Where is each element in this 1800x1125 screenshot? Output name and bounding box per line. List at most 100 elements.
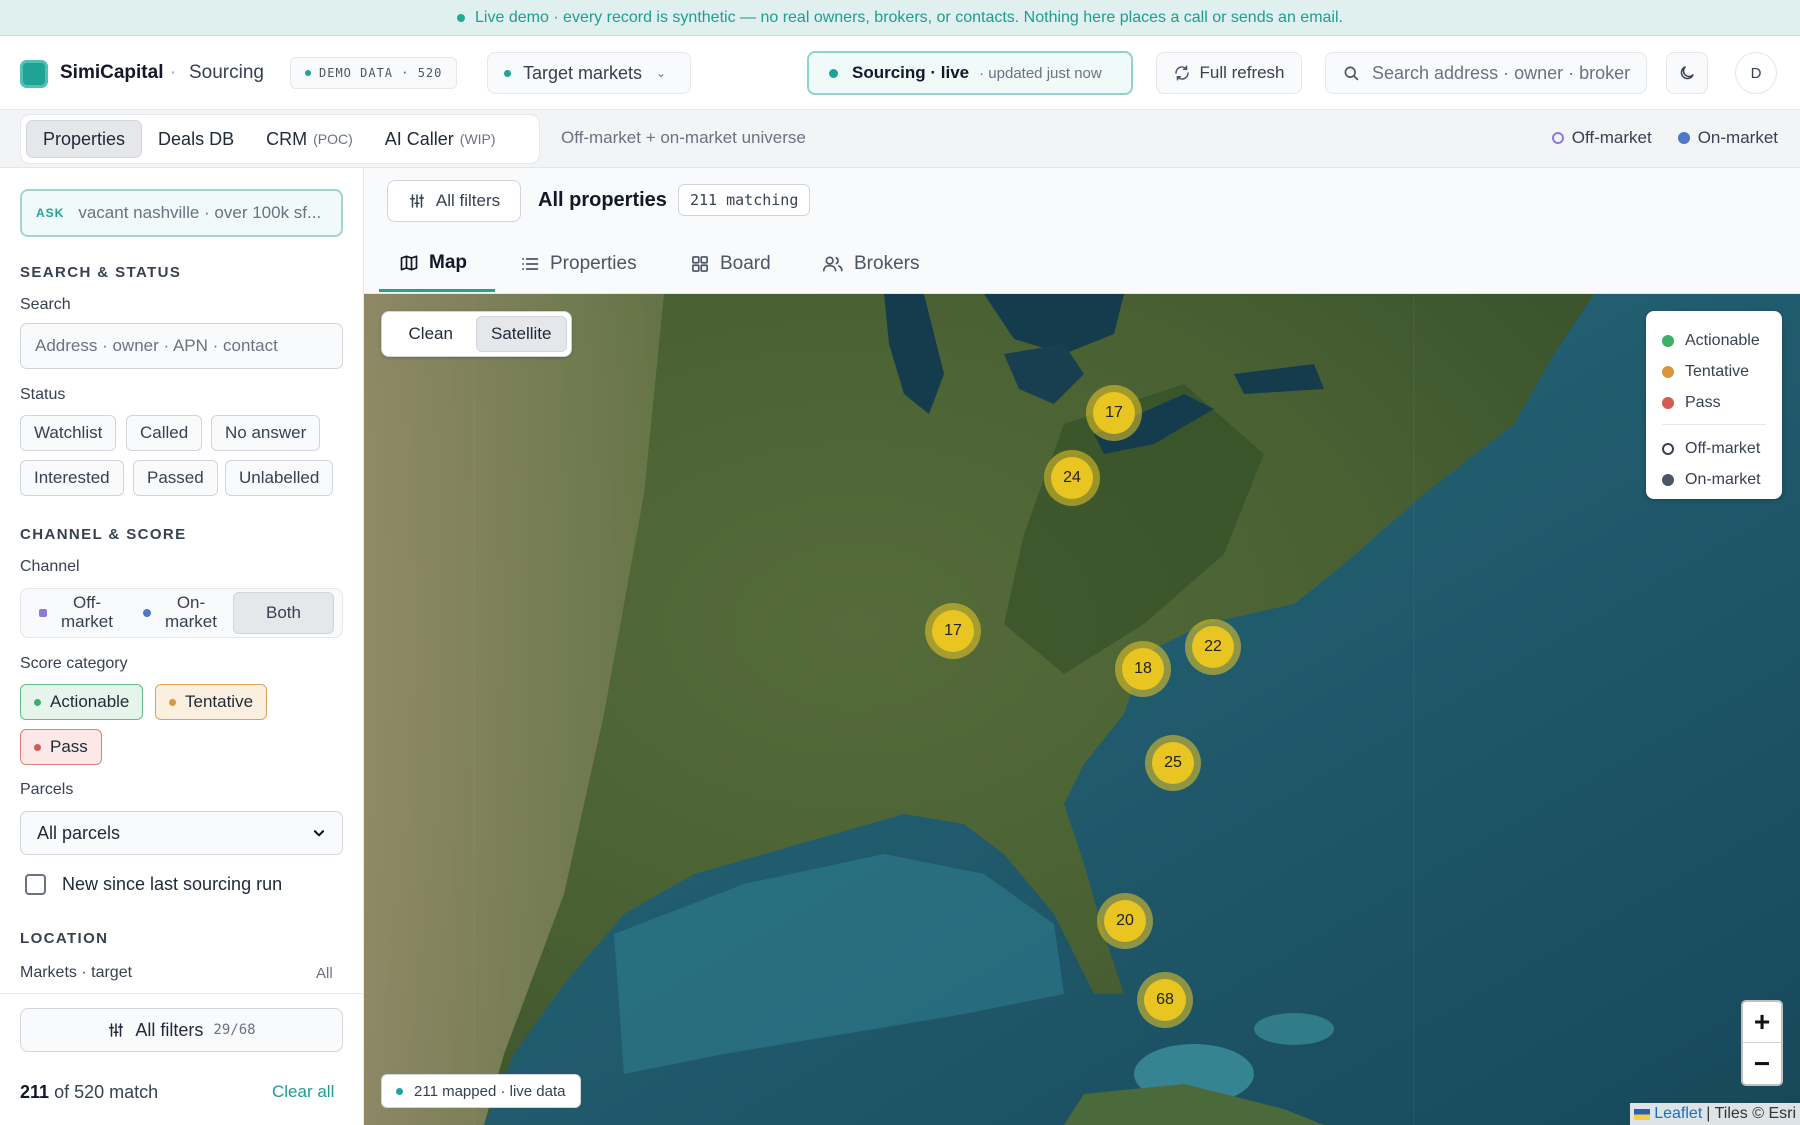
map-legend: Actionable Tentative Pass Off-market On-… xyxy=(1646,311,1782,499)
view-tab-label: Brokers xyxy=(854,253,920,274)
brand-separator: · xyxy=(170,62,177,83)
new-since-toggle[interactable]: New since last sourcing run xyxy=(25,874,282,895)
zoom-in-button[interactable]: + xyxy=(1743,1002,1781,1043)
view-tab-board[interactable]: Board xyxy=(690,236,771,292)
markets-target-label: Markets · target xyxy=(20,964,133,981)
status-called[interactable]: Called xyxy=(126,415,203,451)
cluster-count: 25 xyxy=(1152,742,1194,784)
refresh-icon xyxy=(1175,65,1190,81)
new-since-checkbox[interactable] xyxy=(25,874,46,895)
status-no-answer[interactable]: No answer xyxy=(211,415,321,451)
tab-crm[interactable]: CRM (POC) xyxy=(250,120,369,158)
section-channel-score: CHANNEL & SCORE xyxy=(20,526,187,543)
chevron-down-icon: ⌄ xyxy=(656,66,667,80)
all-filters-main-label: All filters xyxy=(435,191,501,210)
app-header: SimiCapital · Sourcing DEMO DATA · 520 T… xyxy=(0,36,1800,110)
status-interested[interactable]: Interested xyxy=(20,460,124,496)
full-refresh-button[interactable]: Full refresh xyxy=(1156,52,1302,94)
channel-both[interactable]: Both xyxy=(233,592,334,634)
map-cluster[interactable]: 68 xyxy=(1137,972,1193,1028)
tab-deals-db[interactable]: Deals DB xyxy=(142,120,250,158)
clear-all-link[interactable]: Clear all xyxy=(272,1082,334,1102)
legend-on-market: On-market xyxy=(1662,464,1782,495)
map-cluster[interactable]: 25 xyxy=(1145,735,1201,791)
view-tab-label: Board xyxy=(720,253,771,274)
leaflet-link[interactable]: Leaflet xyxy=(1654,1105,1702,1123)
global-search[interactable] xyxy=(1325,52,1647,94)
score-actionable[interactable]: Actionable xyxy=(20,684,144,720)
off-market-square-icon xyxy=(39,609,47,617)
target-markets-button[interactable]: Target markets ⌄ xyxy=(487,52,691,94)
ask-input[interactable]: ASK vacant nashville · over 100k sf... xyxy=(20,189,343,237)
score-pass[interactable]: Pass xyxy=(20,729,102,765)
mode-satellite[interactable]: Satellite xyxy=(475,316,567,352)
filter-sidebar: ASK vacant nashville · over 100k sf... S… xyxy=(0,168,364,1125)
map-icon xyxy=(400,255,418,270)
tab-properties[interactable]: Properties xyxy=(26,120,143,158)
markets-dot-icon xyxy=(504,69,511,77)
zoom-out-button[interactable]: − xyxy=(1743,1043,1781,1084)
live-dot-icon xyxy=(396,1087,403,1095)
score-option-label: Tentative xyxy=(185,692,254,711)
mode-clean[interactable]: Clean xyxy=(386,316,476,352)
map-view[interactable]: Clean Satellite 17 24 17 18 22 25 20 68 … xyxy=(364,294,1800,1125)
channel-on-market[interactable]: On-market xyxy=(129,592,233,634)
search-input[interactable] xyxy=(21,324,342,368)
channel-off-market[interactable]: Off-market xyxy=(25,592,129,634)
users-icon xyxy=(822,256,843,272)
live-dot-icon xyxy=(457,13,466,22)
map-cluster[interactable]: 17 xyxy=(1086,385,1142,441)
map-cluster[interactable]: 24 xyxy=(1044,450,1100,506)
cluster-count: 18 xyxy=(1122,648,1164,690)
section-search-status: SEARCH & STATUS xyxy=(20,264,182,281)
markets-target-value[interactable]: All xyxy=(316,965,333,982)
map-cluster[interactable]: 20 xyxy=(1097,893,1153,949)
moon-icon xyxy=(1680,66,1694,80)
tab-ai-caller[interactable]: AI Caller (WIP) xyxy=(369,120,512,158)
map-cluster[interactable]: 18 xyxy=(1115,641,1171,697)
section-tabs: Properties Deals DB CRM (POC) AI Caller (W… xyxy=(20,114,540,164)
legend-label: Off-market xyxy=(1685,439,1761,457)
legend-pass: Pass xyxy=(1662,387,1782,418)
page-title: All properties xyxy=(538,189,667,211)
theme-toggle-button[interactable] xyxy=(1666,52,1708,94)
section-location: LOCATION xyxy=(20,930,109,947)
view-tab-map[interactable]: Map xyxy=(379,236,495,292)
mapped-status: 211 mapped · live data xyxy=(381,1074,581,1108)
universe-description: Off-market + on-market universe xyxy=(561,128,806,147)
parcels-select[interactable]: All parcels xyxy=(20,811,343,855)
on-market-dot-icon xyxy=(143,609,151,617)
all-filters-main-button[interactable]: All filters xyxy=(387,180,521,222)
all-filters-label: All filters xyxy=(135,1019,204,1040)
tab-tag: (WIP) xyxy=(459,131,496,147)
banner-text: Live demo · every record is synthetic — … xyxy=(475,8,1343,26)
channel-option-label: Off-market xyxy=(61,593,113,631)
demo-data-chip: DEMO DATA · 520 xyxy=(290,57,458,89)
legend-tentative: Tentative xyxy=(1662,356,1782,387)
section-name: Sourcing xyxy=(189,62,264,83)
view-tab-label: Properties xyxy=(550,253,637,274)
tab-label: Deals DB xyxy=(158,128,235,149)
sourcing-live-status[interactable]: Sourcing · live · updated just now xyxy=(807,51,1133,95)
view-tab-brokers[interactable]: Brokers xyxy=(822,236,919,292)
score-category-label: Score category xyxy=(20,655,128,672)
cluster-count: 24 xyxy=(1051,457,1093,499)
status-unlabelled[interactable]: Unlabelled xyxy=(225,460,334,496)
sliders-icon xyxy=(109,1023,124,1037)
cluster-count: 22 xyxy=(1192,626,1234,668)
status-watchlist[interactable]: Watchlist xyxy=(20,415,117,451)
global-search-input[interactable] xyxy=(1372,62,1632,84)
map-cluster[interactable]: 17 xyxy=(925,603,981,659)
channel-option-label: Both xyxy=(266,602,301,622)
grid-icon xyxy=(692,256,708,272)
map-cluster[interactable]: 22 xyxy=(1185,619,1241,675)
search-field[interactable] xyxy=(20,323,343,369)
score-tentative[interactable]: Tentative xyxy=(155,684,268,720)
cluster-count: 17 xyxy=(1093,392,1135,434)
tab-tag: (POC) xyxy=(313,131,353,147)
all-filters-button[interactable]: All filters 29/68 xyxy=(20,1008,343,1052)
status-passed[interactable]: Passed xyxy=(133,460,218,496)
status-label: Status xyxy=(20,386,66,403)
view-tab-properties[interactable]: Properties xyxy=(520,236,637,292)
user-avatar[interactable]: D xyxy=(1735,52,1777,94)
